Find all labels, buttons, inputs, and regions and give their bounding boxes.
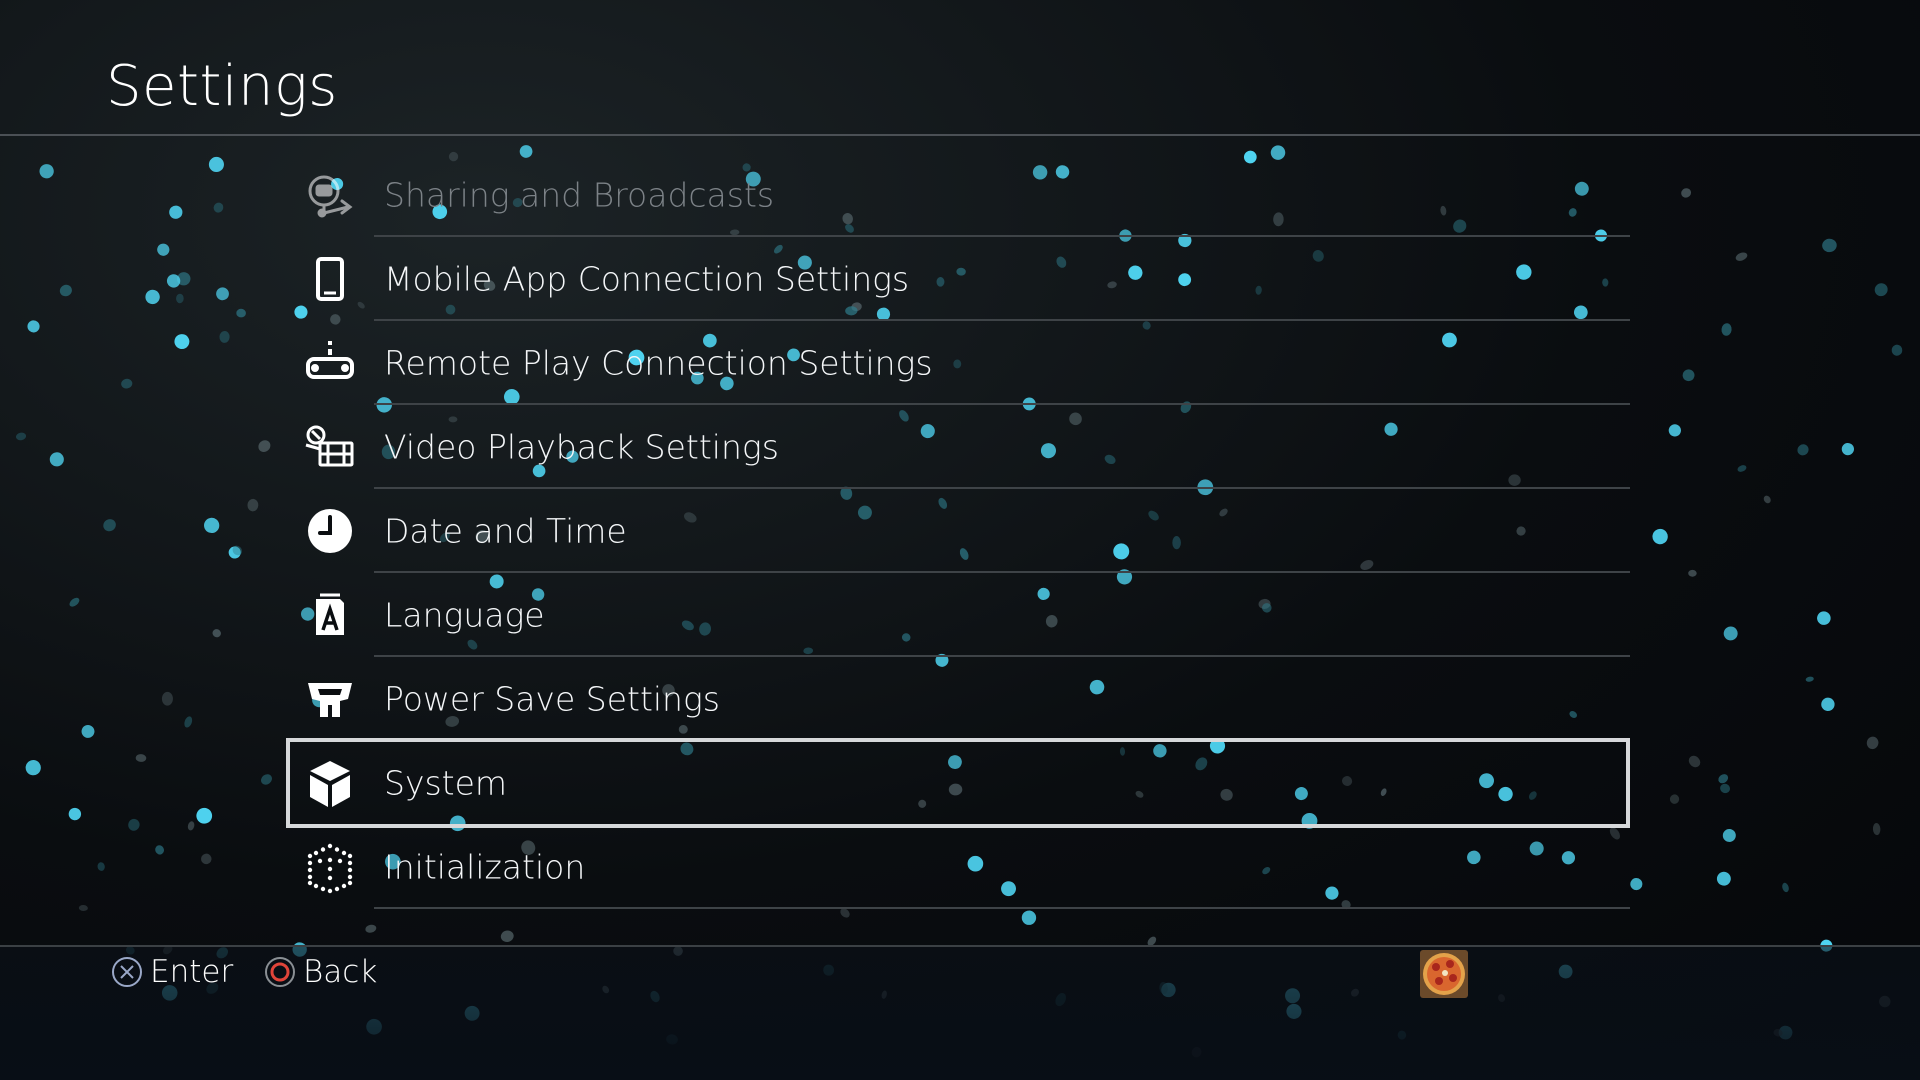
enter-hint[interactable]: Enter xyxy=(110,954,233,990)
back-hint[interactable]: Back xyxy=(263,954,377,990)
header-divider xyxy=(0,134,1920,136)
menu-item-power-save[interactable]: Power Save Settings xyxy=(290,657,1630,741)
menu-item-mobile-app-connection[interactable]: Mobile App Connection Settings xyxy=(290,237,1630,321)
menu-item-label: Sharing and Broadcasts xyxy=(384,175,775,215)
video-playback-icon xyxy=(302,419,358,475)
menu-item-language[interactable]: Language xyxy=(290,573,1630,657)
enter-hint-label: Enter xyxy=(150,954,234,990)
user-avatar[interactable] xyxy=(1420,950,1468,998)
clock-icon xyxy=(302,503,358,559)
footer-divider xyxy=(0,945,1920,947)
menu-item-label: System xyxy=(384,763,508,803)
menu-item-sharing-broadcasts[interactable]: Sharing and Broadcasts xyxy=(290,153,1630,237)
menu-item-label: Remote Play Connection Settings xyxy=(384,343,933,383)
power-save-icon xyxy=(302,671,358,727)
page-title: Settings xyxy=(106,54,338,119)
menu-item-label: Initialization xyxy=(384,847,586,887)
mobile-device-icon xyxy=(302,251,358,307)
cross-button-icon xyxy=(110,955,144,989)
menu-item-label: Mobile App Connection Settings xyxy=(384,259,910,299)
menu-divider xyxy=(374,907,1630,909)
menu-item-date-time[interactable]: Date and Time xyxy=(290,489,1630,573)
menu-item-label: Power Save Settings xyxy=(384,679,720,719)
menu-item-system[interactable]: System xyxy=(286,738,1630,828)
circle-button-icon xyxy=(263,955,297,989)
menu-item-label: Language xyxy=(384,595,545,635)
menu-item-label: Date and Time xyxy=(384,511,627,551)
menu-item-video-playback[interactable]: Video Playback Settings xyxy=(290,405,1630,489)
menu-item-remote-play-connection[interactable]: Remote Play Connection Settings xyxy=(290,321,1630,405)
menu-item-initialization[interactable]: Initialization xyxy=(290,825,1630,909)
language-icon xyxy=(302,587,358,643)
menu-item-label: Video Playback Settings xyxy=(384,427,779,467)
back-hint-label: Back xyxy=(303,954,378,990)
system-cube-icon xyxy=(302,755,358,811)
sharing-broadcast-icon xyxy=(302,167,358,223)
remote-play-icon xyxy=(302,335,358,391)
initialization-icon xyxy=(302,839,358,895)
